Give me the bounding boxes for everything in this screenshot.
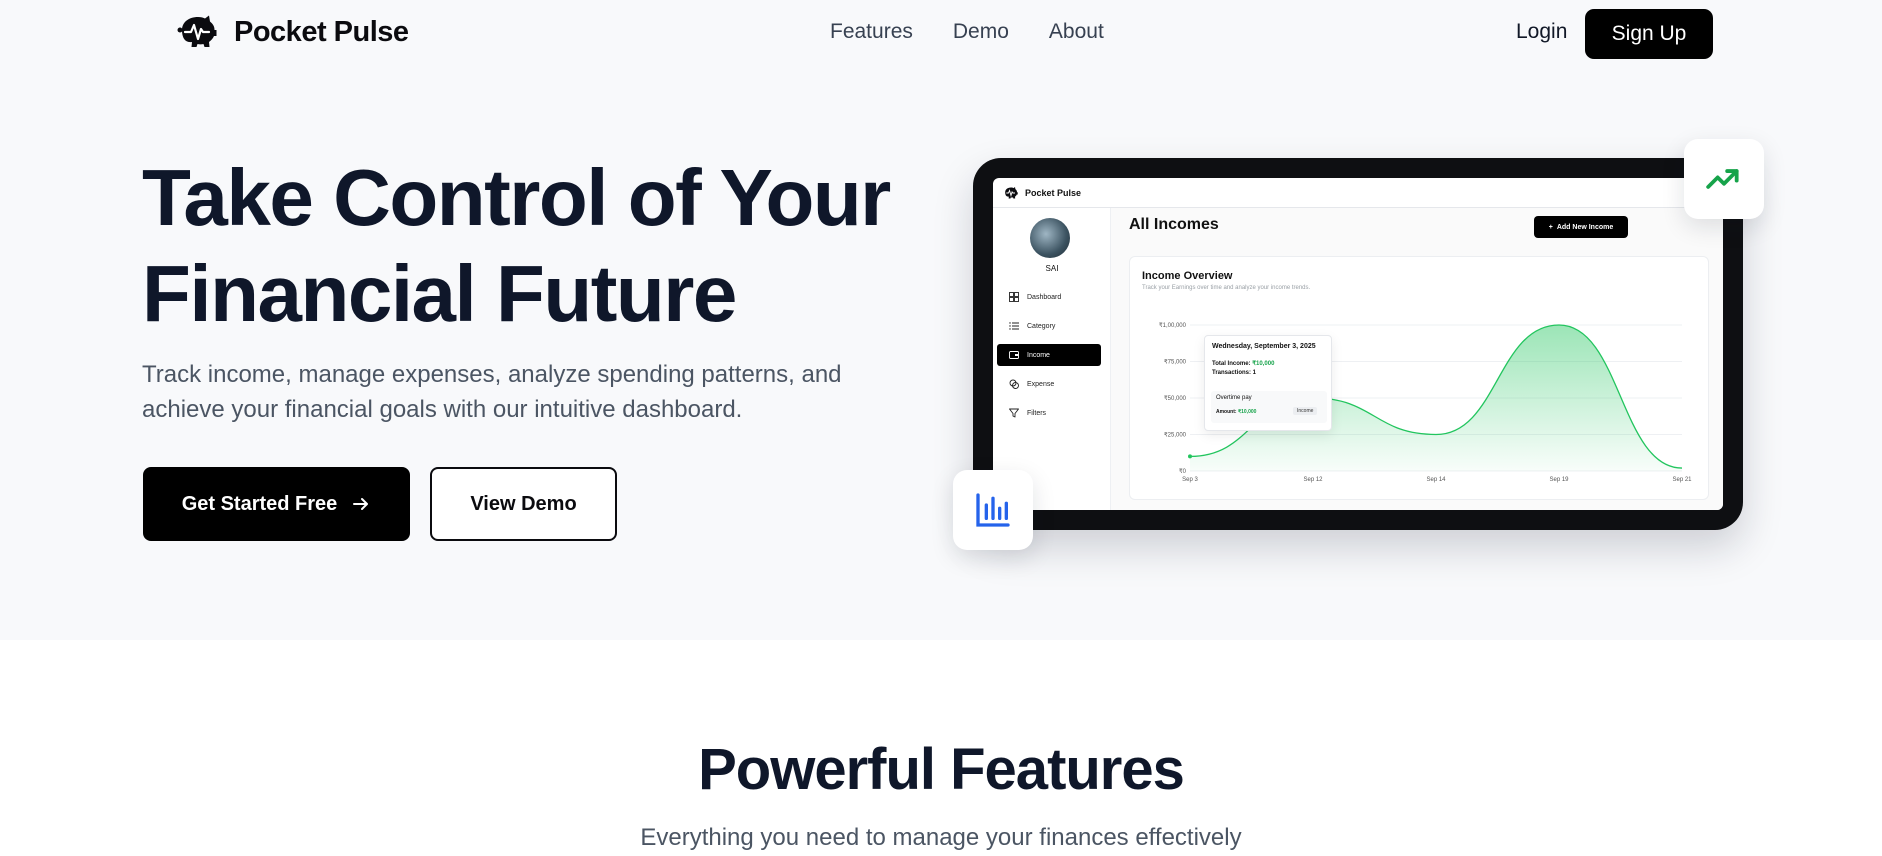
nav-link-features[interactable]: Features [830,20,913,44]
sidebar-item-label: Filters [1027,409,1047,417]
bar-chart-icon [976,493,1010,527]
preview-screen: Pocket Pulse SAI Dashboard Category Inco… [993,178,1723,510]
hero-title-line2: Financial Future [142,249,737,338]
sidebar-item-category[interactable]: Category [997,315,1101,337]
add-new-income-label: Add New Income [1556,223,1614,231]
tooltip-type-badge: Income [1293,407,1318,415]
hero-subtitle: Track income, manage expenses, analyze s… [142,361,842,423]
sidebar-item-label: Expense [1027,380,1055,388]
sidebar-item-label: Category [1027,322,1056,330]
income-overview-card: Income Overview Track your Earnings over… [1129,256,1709,500]
get-started-button[interactable]: Get Started Free [143,467,410,541]
tooltip-total: Total Income: ₹10,000 [1212,360,1274,367]
y-tick-label: ₹50,000 [1164,395,1187,402]
x-tick-label: Sep 19 [1549,477,1569,483]
tooltip-total-value: ₹10,000 [1252,361,1275,367]
tooltip-item-name: Overtime pay [1216,395,1252,401]
preview-topbar: Pocket Pulse [993,178,1723,208]
tooltip-total-label: Total Income: [1212,361,1251,367]
plus-icon: + [1548,223,1553,231]
x-tick-label: Sep 14 [1426,477,1446,483]
tooltip-item-amount: Amount: ₹10,000 [1216,409,1256,415]
list-icon [1009,322,1019,330]
signup-button[interactable]: Sign Up [1585,9,1713,59]
y-tick-label: ₹25,000 [1164,432,1187,439]
preview-sidebar: SAI Dashboard Category Income Expense Fi… [993,208,1111,510]
dashboard-icon [1009,292,1019,302]
sidebar-item-filters[interactable]: Filters [997,402,1101,424]
arrow-right-icon [353,498,369,510]
data-point [1188,454,1192,459]
trend-up-icon [1706,169,1739,189]
sidebar-item-label: Income [1027,351,1050,359]
x-tick-label: Sep 21 [1672,477,1692,483]
features-subtitle: Everything you need to manage your finan… [640,824,1242,851]
preview-main: All Incomes + Add New Income Income Over… [1111,208,1723,510]
sidebar-item-income[interactable]: Income [997,344,1101,366]
preview-page-title: All Incomes [1129,216,1219,233]
y-tick-label: ₹0 [1179,468,1187,475]
y-tick-label: ₹75,000 [1164,359,1187,366]
tooltip-amount-label: Amount: [1216,409,1237,415]
filter-icon [1009,408,1019,418]
tooltip-date: Wednesday, September 3, 2025 [1212,343,1316,350]
sidebar-item-expense[interactable]: Expense [997,373,1101,395]
preview-logo-icon [1005,186,1018,198]
nav-links: Features Demo About [830,20,1104,44]
card-title: Income Overview [1142,270,1233,282]
tooltip-transactions: Transactions: 1 [1212,370,1257,376]
dashboard-preview-device: Pocket Pulse SAI Dashboard Category Inco… [973,158,1743,530]
preview-user-name: SAI [1045,264,1059,273]
hero-title: Take Control of Your Financial Future [142,150,902,342]
sidebar-item-dashboard[interactable]: Dashboard [997,286,1101,308]
hero-title-line1: Take Control of Your [142,153,891,242]
coins-icon [1009,379,1019,389]
brand-logo[interactable]: Pocket Pulse [176,10,409,54]
view-demo-button[interactable]: View Demo [430,467,617,541]
x-tick-label: Sep 3 [1182,477,1198,483]
card-subtitle: Track your Earnings over time and analyz… [1142,285,1311,291]
tooltip-amount-value: ₹10,000 [1237,409,1257,415]
y-tick-label: ₹1,00,000 [1159,322,1187,329]
wallet-icon [1009,351,1019,359]
tooltip-transaction-item: Overtime pay Amount: ₹10,000 Income [1211,391,1327,423]
trend-up-badge [1684,139,1764,219]
nav-link-demo[interactable]: Demo [953,20,1009,44]
nav-link-about[interactable]: About [1049,20,1104,44]
x-tick-label: Sep 12 [1303,477,1323,483]
preview-app-name: Pocket Pulse [1025,187,1082,198]
piggy-pulse-logo-icon [177,15,217,47]
add-new-income-button[interactable]: + Add New Income [1534,216,1628,238]
sidebar-item-label: Dashboard [1027,293,1062,301]
features-title: Powerful Features [698,737,1185,802]
bar-chart-badge [953,470,1033,550]
chart-tooltip: Wednesday, September 3, 2025 Total Incom… [1204,335,1332,431]
get-started-label: Get Started Free [181,492,338,515]
brand-name: Pocket Pulse [234,15,409,48]
login-link[interactable]: Login [1516,20,1567,44]
avatar [1030,218,1070,258]
top-navbar: Pocket Pulse Features Demo About Login S… [0,0,1882,68]
